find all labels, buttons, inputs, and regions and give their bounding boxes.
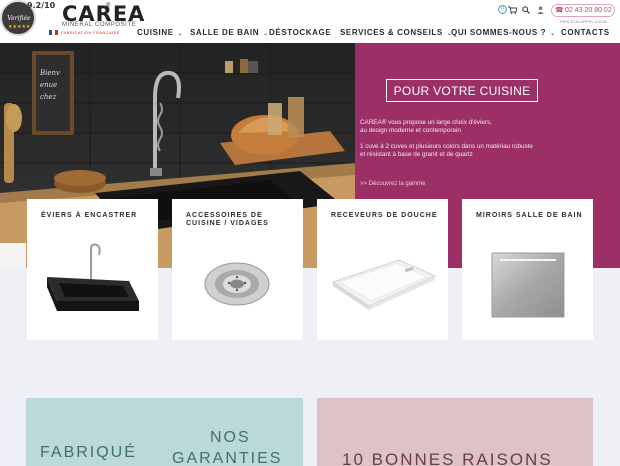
- nav-item-label: SERVICES & CONSEILS: [340, 28, 443, 37]
- cart-icon[interactable]: [508, 6, 517, 14]
- phone-button[interactable]: ☎ 02 43 20 80 02: [551, 4, 615, 17]
- nav-item-label: CUISINE: [137, 28, 174, 37]
- garanties-heading: GARANTIES: [172, 450, 283, 466]
- nav-item-services-conseils[interactable]: SERVICES & CONSEILS ⌄: [340, 28, 452, 37]
- search-icon[interactable]: [522, 6, 530, 14]
- svg-text:chez: chez: [40, 93, 57, 101]
- chevron-down-icon: ⌄: [177, 31, 184, 37]
- sink-product-image: [47, 243, 139, 311]
- rating-brand: Verifiée: [7, 15, 31, 22]
- svg-text:Bienv: Bienv: [39, 69, 60, 77]
- card-title: RECEVEURS DE DOUCHE: [331, 212, 438, 219]
- nav-item-salle-de-bain[interactable]: SALLE DE BAIN ⌄: [190, 28, 269, 37]
- garanties-heading-top: NOS: [210, 429, 251, 446]
- nav-item-label: DÉSTOCKAGE: [269, 28, 332, 37]
- logo-tagline: MINERAL COMPOSITE: [62, 22, 137, 28]
- french-flag-icon: [49, 30, 58, 35]
- cart-count-badge[interactable]: 0: [498, 5, 507, 14]
- mirror-product-image: [491, 252, 565, 318]
- nav-item-label: SALLE DE BAIN: [190, 28, 260, 37]
- category-card-receveurs[interactable]: RECEVEURS DE DOUCHE: [317, 199, 448, 340]
- phone-number: 02 43 20 80 02: [565, 7, 612, 14]
- category-card-eviers[interactable]: ÉVIERS À ENCASTRER: [27, 199, 158, 340]
- category-card-accessoires[interactable]: ACCESSOIRES DE CUISINE / VIDAGES: [172, 199, 303, 340]
- drain-product-image: [204, 262, 270, 306]
- hero-description-line: et résistant à base de granit et de quar…: [360, 151, 473, 158]
- chevron-down-icon: ⌄: [550, 31, 556, 37]
- rating-stars: ★★★★★: [8, 24, 31, 30]
- chevron-down-icon: ⌄: [263, 31, 269, 37]
- rating-score: 9.2/10: [27, 1, 56, 10]
- logo-registered-mark: ®: [106, 3, 111, 9]
- nav-item-label: QUI SOMMES-NOUS ?: [451, 28, 547, 37]
- logo-made-in: FABRICATION FRANÇAISE: [61, 30, 120, 35]
- nav-item-label: CONTACTS: [561, 28, 610, 37]
- hero-description-line: 1 cuve à 2 cuves et plusieurs colors dan…: [360, 143, 533, 150]
- phone-icon: ☎: [555, 7, 564, 14]
- hero-title-button[interactable]: POUR VOTRE CUISINE: [386, 79, 538, 102]
- fabrique-heading: FABRIQUÉ: [40, 444, 137, 461]
- phone-note: PRIX D'UN APPEL LOCAL: [560, 19, 608, 24]
- card-title: ACCESSOIRES DE CUISINE / VIDAGES: [186, 212, 269, 227]
- nav-item-destockage[interactable]: DÉSTOCKAGE: [269, 28, 331, 37]
- page: Verifiée ★★★★★ 9.2/10 CAREA ® MINERAL CO…: [0, 0, 620, 466]
- card-title: ÉVIERS À ENCASTRER: [41, 212, 138, 219]
- hero-discover-link[interactable]: >> Découvrez la gamme: [360, 181, 425, 187]
- svg-text:enue: enue: [40, 81, 57, 89]
- category-card-miroirs[interactable]: MIROIRS SALLE DE BAIN: [462, 199, 593, 340]
- hero-title: POUR VOTRE CUISINE: [393, 84, 531, 98]
- hero-description-line: CAREA® vous propose un large choix d'évi…: [360, 119, 492, 126]
- nav-item-cuisine[interactable]: CUISINE ⌄: [137, 28, 183, 37]
- card-title: MIROIRS SALLE DE BAIN: [476, 212, 583, 219]
- site-header: Verifiée ★★★★★ 9.2/10 CAREA ® MINERAL CO…: [0, 0, 620, 43]
- user-icon[interactable]: [537, 6, 544, 14]
- nav-item-qui-sommes-nous[interactable]: QUI SOMMES-NOUS ? ⌄: [451, 28, 556, 37]
- nav-item-contacts[interactable]: CONTACTS: [561, 28, 610, 37]
- hero-description-line: au design moderne et contemporain: [360, 127, 461, 134]
- bonnes-raisons-heading: 10 BONNES RAISONS: [342, 450, 553, 466]
- shower-tray-product-image: [331, 259, 437, 310]
